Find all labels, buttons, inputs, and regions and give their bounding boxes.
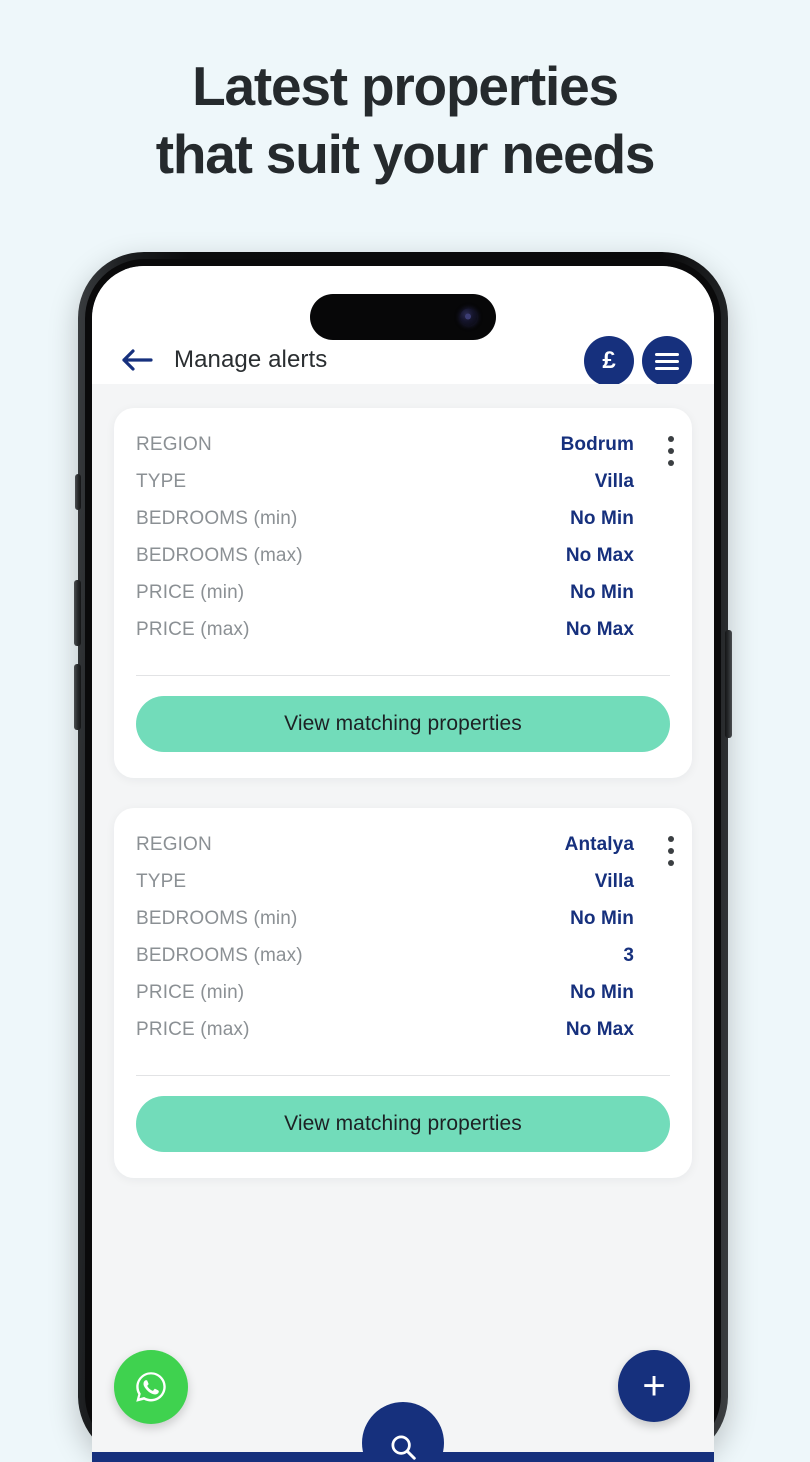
volume-up-button[interactable] (74, 580, 81, 646)
search-icon (391, 1435, 416, 1460)
table-row: TYPE Villa (136, 871, 670, 893)
table-row: REGION Antalya (136, 834, 670, 856)
row-value: No Min (570, 582, 634, 603)
phone-mockup: Manage alerts £ REGION Bodrum TYPE Villa… (74, 252, 732, 1462)
row-value: 3 (623, 945, 634, 966)
menu-button[interactable] (642, 336, 692, 386)
table-row: BEDROOMS (max) No Max (136, 545, 670, 567)
table-row: BEDROOMS (min) No Min (136, 908, 670, 930)
table-row: BEDROOMS (max) 3 (136, 945, 670, 967)
back-button[interactable] (120, 346, 154, 374)
row-label: BEDROOMS (max) (136, 545, 303, 566)
front-camera-icon (460, 308, 477, 326)
row-value: No Min (570, 508, 634, 529)
row-value: No Max (565, 619, 634, 640)
row-label: BEDROOMS (min) (136, 908, 298, 929)
silent-switch-button[interactable] (75, 474, 81, 510)
row-label: BEDROOMS (min) (136, 508, 298, 529)
currency-label: £ (602, 347, 616, 374)
headline-line-2: that suit your needs (155, 123, 656, 185)
card-options-button[interactable] (668, 836, 674, 866)
whatsapp-icon (136, 1372, 166, 1402)
card-options-button[interactable] (668, 436, 674, 466)
headline-line-1: Latest properties (192, 55, 619, 117)
row-value: Bodrum (560, 434, 634, 455)
dynamic-island (310, 294, 496, 340)
table-row: TYPE Villa (136, 471, 670, 493)
row-label: BEDROOMS (max) (136, 945, 303, 966)
row-label: REGION (136, 834, 212, 855)
row-value: Antalya (564, 834, 634, 855)
view-matching-properties-button[interactable]: View matching properties (136, 696, 670, 752)
arrow-left-icon (122, 349, 153, 371)
card-divider (136, 1075, 670, 1076)
row-label: PRICE (min) (136, 982, 245, 1003)
page-headline: Latest properties that suit your needs (0, 0, 810, 188)
row-label: REGION (136, 434, 212, 455)
table-row: PRICE (min) No Min (136, 982, 670, 1004)
table-row: REGION Bodrum (136, 434, 670, 456)
view-matching-properties-button[interactable]: View matching properties (136, 1096, 670, 1152)
whatsapp-fab-button[interactable] (114, 1350, 188, 1424)
power-button[interactable] (725, 630, 732, 738)
phone-screen: Manage alerts £ REGION Bodrum TYPE Villa… (92, 266, 714, 1462)
card-divider (136, 675, 670, 676)
bottom-nav-bar (92, 1402, 714, 1462)
header-actions: £ (584, 336, 692, 386)
row-value: No Max (565, 545, 634, 566)
table-row: BEDROOMS (min) No Min (136, 508, 670, 530)
row-label: PRICE (max) (136, 1019, 250, 1040)
row-label: TYPE (136, 471, 187, 492)
row-label: PRICE (min) (136, 582, 245, 603)
row-value: No Min (570, 908, 634, 929)
table-row: PRICE (min) No Min (136, 582, 670, 604)
row-label: TYPE (136, 871, 187, 892)
currency-button[interactable]: £ (584, 336, 634, 386)
alert-card: REGION Bodrum TYPE Villa BEDROOMS (min) … (114, 408, 692, 778)
page-title: Manage alerts (174, 346, 328, 373)
row-value: No Max (565, 1019, 634, 1040)
plus-icon: + (642, 1364, 666, 1408)
alert-card: REGION Antalya TYPE Villa BEDROOMS (min)… (114, 808, 692, 1178)
alerts-list: REGION Bodrum TYPE Villa BEDROOMS (min) … (92, 384, 714, 1462)
row-value: Villa (594, 471, 634, 492)
row-label: PRICE (max) (136, 619, 250, 640)
row-value: No Min (570, 982, 634, 1003)
add-alert-button[interactable]: + (618, 1350, 690, 1422)
row-value: Villa (594, 871, 634, 892)
table-row: PRICE (max) No Max (136, 619, 670, 641)
volume-down-button[interactable] (74, 664, 81, 730)
hamburger-menu-icon (655, 352, 679, 370)
table-row: PRICE (max) No Max (136, 1019, 670, 1041)
